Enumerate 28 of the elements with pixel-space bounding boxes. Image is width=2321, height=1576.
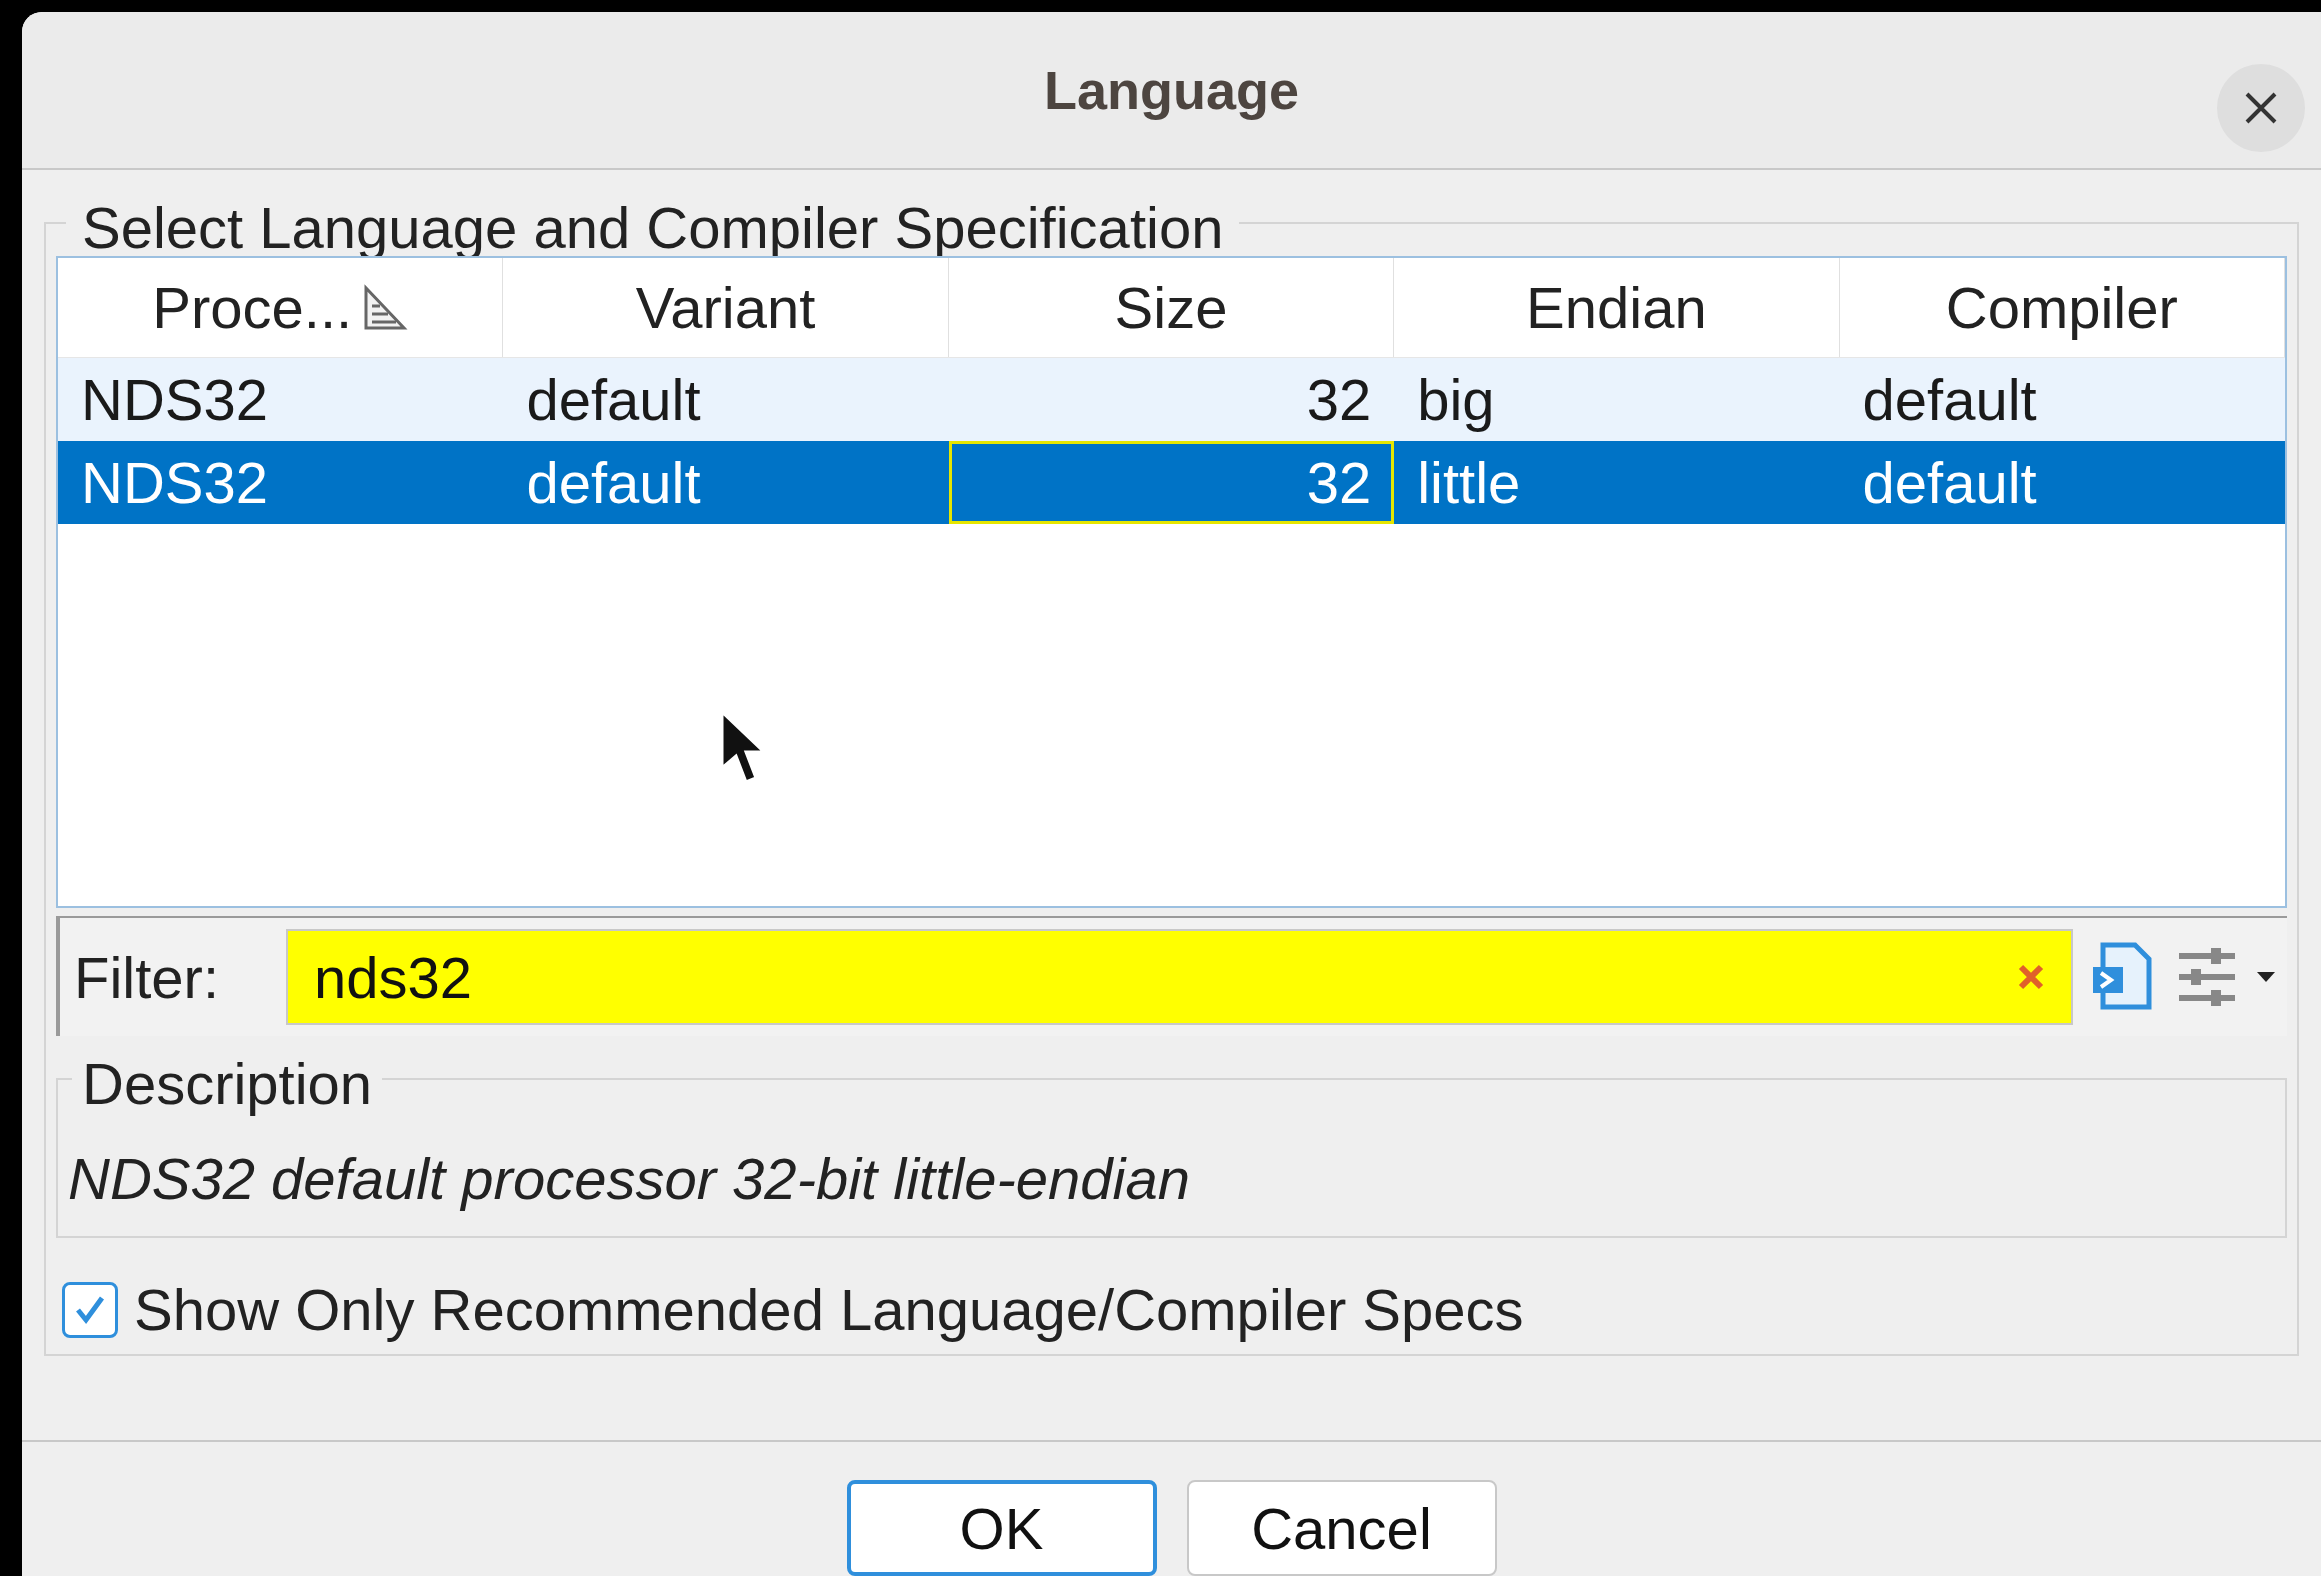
table-cell-text: little (1416, 448, 1522, 517)
column-header[interactable]: Endian (1394, 258, 1840, 357)
table-cell-text: default (525, 365, 702, 434)
table-cell: 32 (948, 441, 1395, 524)
clear-icon[interactable] (2017, 963, 2045, 991)
table-cell-text: big (1416, 365, 1496, 434)
column-header[interactable]: Compiler (1839, 258, 2285, 357)
table-cell-text: default (1861, 365, 2038, 434)
table-cell-text: default (1861, 448, 2038, 517)
table-row[interactable]: NDS32 default 32 big default (58, 358, 2285, 441)
column-header[interactable]: Size (948, 258, 1395, 357)
filter-field[interactable]: nds32 (286, 929, 2073, 1025)
table-cell-text: NDS32 (80, 448, 269, 517)
dialog-button[interactable]: Cancel (1186, 1480, 1497, 1576)
table-cell-text: default (525, 448, 702, 517)
close-icon (2244, 91, 2278, 125)
table-cell-text: NDS32 (80, 365, 269, 434)
filter-label: Filter: (74, 943, 220, 1012)
window-title: Language (1044, 58, 1299, 122)
checkbox-label: Show Only Recommended Language/Compiler Specs (134, 1276, 1524, 1344)
dialog-button[interactable]: OK (846, 1480, 1157, 1576)
table-row[interactable]: NDS32 default 32 little default (58, 441, 2285, 524)
column-header[interactable]: Variant (503, 258, 949, 357)
caret-icon[interactable] (2255, 970, 2277, 984)
table-cell-text: 32 (1305, 365, 1373, 434)
description-text: NDS32 default processor 32-bit little-endian (68, 1145, 1190, 1213)
checkbox[interactable] (62, 1281, 118, 1338)
column-header[interactable]: Proce... (58, 258, 504, 357)
